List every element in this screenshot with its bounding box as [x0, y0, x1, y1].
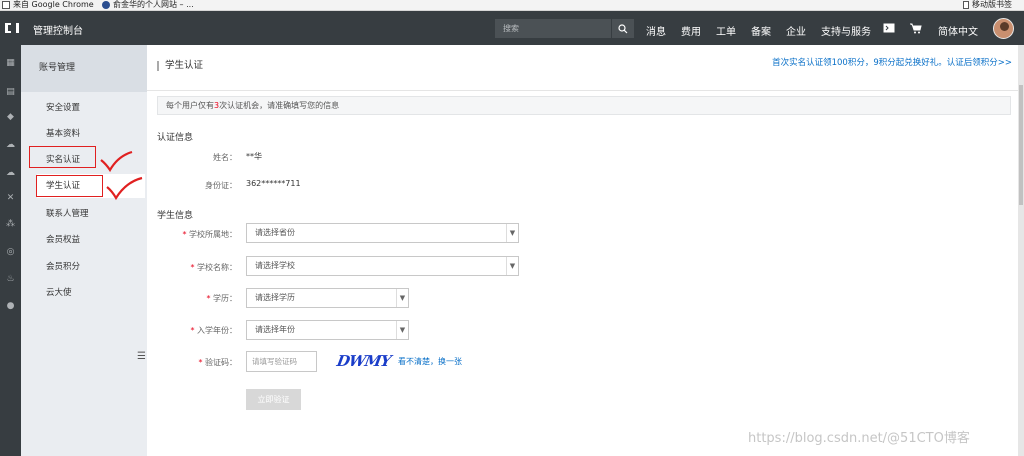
- cross-icon[interactable]: ✕: [5, 192, 16, 203]
- sidebar-item-contacts[interactable]: 联系人管理: [46, 207, 89, 219]
- bookmark-personal-site[interactable]: 俞金华的个人网站 – ...: [102, 0, 194, 10]
- notice-bar: 每个用户仅有3次认证机会，请准确填写您的信息: [157, 96, 1011, 115]
- network-icon[interactable]: ⁂: [5, 218, 16, 229]
- degree-label: * 学历：: [206, 294, 237, 303]
- bookmark-mobile[interactable]: 移动版书签: [963, 0, 1012, 10]
- nav-icp[interactable]: 备案: [751, 23, 771, 38]
- year-label: * 入学年份：: [190, 326, 237, 335]
- name-value: **华: [246, 152, 262, 161]
- scrollbar-thumb[interactable]: [1019, 85, 1023, 205]
- student-section-title: 学生信息: [157, 211, 194, 221]
- checkmark-icon: [100, 150, 133, 173]
- avatar[interactable]: [993, 18, 1014, 39]
- logo-icon[interactable]: [0, 11, 24, 45]
- nav-tickets[interactable]: 工单: [716, 23, 736, 38]
- cloud-up-icon[interactable]: ☁: [5, 167, 16, 178]
- chevron-down-icon: ▼: [396, 289, 408, 307]
- chevron-down-icon: ▼: [506, 257, 518, 275]
- cart-icon[interactable]: [909, 22, 923, 34]
- captcha-refresh-link[interactable]: 看不清楚，换一张: [398, 356, 462, 367]
- top-bar: 管理控制台 搜索 消息 费用 工单 备案 企业 支持与服务 简体中文: [0, 11, 1024, 45]
- watermark: https://blog.csdn.net/@51CTO博客: [748, 431, 970, 446]
- scrollbar[interactable]: [1018, 45, 1024, 456]
- nav-messages[interactable]: 消息: [646, 23, 666, 38]
- server-icon[interactable]: ▤: [5, 86, 16, 97]
- bookmarks-bar: 来自 Google Chrome 俞金华的个人网站 – ... 移动版书签: [0, 0, 1024, 11]
- nav-billing[interactable]: 费用: [681, 23, 701, 38]
- id-label: 身份证：: [205, 181, 237, 190]
- plugin-icon[interactable]: ♨: [5, 273, 16, 284]
- phone-icon: [963, 1, 969, 9]
- school-name-label: * 学校名称：: [190, 263, 237, 272]
- school-region-label: * 学校所属地：: [182, 230, 237, 239]
- nav-enterprise[interactable]: 企业: [786, 23, 806, 38]
- captcha-image[interactable]: DWMY: [335, 352, 391, 370]
- sidebar-item-ambassador[interactable]: 云大使: [46, 286, 72, 298]
- annotation-box: [36, 175, 103, 197]
- captcha-input[interactable]: 请填写验证码: [246, 351, 317, 372]
- sidebar-item-points[interactable]: 会员积分: [46, 260, 80, 272]
- globe-icon[interactable]: ◎: [5, 246, 16, 257]
- captcha-label: * 验证码：: [198, 358, 237, 367]
- chevron-down-icon: ▼: [506, 224, 518, 242]
- checkmark-icon: [106, 176, 143, 201]
- divider: [147, 90, 1018, 91]
- site-icon: [102, 1, 110, 9]
- sidebar-item-profile[interactable]: 基本资料: [46, 127, 80, 139]
- name-label: 姓名：: [213, 153, 237, 162]
- terminal-icon[interactable]: [882, 22, 896, 34]
- id-value: 362******711: [246, 179, 301, 188]
- bookmark-google[interactable]: 来自 Google Chrome: [2, 0, 94, 10]
- promo-link[interactable]: 首次实名认证领100积分，9积分起兑换好礼。认证后领积分>>: [772, 56, 1012, 68]
- search-icon[interactable]: [612, 19, 634, 38]
- year-select[interactable]: 请选择年份 ▼: [246, 320, 409, 340]
- nav-support[interactable]: 支持与服务: [821, 23, 871, 38]
- school-region-select[interactable]: 请选择省份 ▼: [246, 223, 519, 243]
- cloud-icon[interactable]: ☁: [5, 139, 16, 150]
- auth-section-title: 认证信息: [157, 133, 194, 143]
- sidebar-item-security[interactable]: 安全设置: [46, 101, 80, 113]
- folder-icon: [2, 1, 10, 9]
- sidebar: 账号管理 安全设置 基本资料 实名认证 学生认证 联系人管理 会员权益 会员积分…: [21, 45, 147, 456]
- grid-icon[interactable]: ▦: [5, 57, 16, 68]
- console-title[interactable]: 管理控制台: [33, 22, 83, 37]
- annotation-box: [29, 146, 96, 168]
- main-content: 学生认证 首次实名认证领100积分，9积分起兑换好礼。认证后领积分>> 每个用户…: [147, 45, 1018, 456]
- search-input[interactable]: 搜索: [495, 19, 611, 38]
- sidebar-item-benefits[interactable]: 会员权益: [46, 233, 80, 245]
- sidebar-title: 账号管理: [21, 45, 147, 92]
- degree-select[interactable]: 请选择学历 ▼: [246, 288, 409, 308]
- chevron-down-icon: ▼: [396, 321, 408, 339]
- submit-button[interactable]: 立即验证: [246, 389, 301, 410]
- language-switch[interactable]: 简体中文: [938, 23, 978, 38]
- school-name-select[interactable]: 请选择学校 ▼: [246, 256, 519, 276]
- shield-icon[interactable]: ◆: [5, 111, 16, 122]
- page-title: 学生认证: [157, 61, 203, 71]
- collapse-sidebar-icon[interactable]: ☰: [137, 351, 147, 371]
- circle-icon[interactable]: ●: [5, 300, 16, 311]
- product-rail: ▦ ▤ ◆ ☁ ☁ ✕ ⁂ ◎ ♨ ●: [0, 45, 21, 456]
